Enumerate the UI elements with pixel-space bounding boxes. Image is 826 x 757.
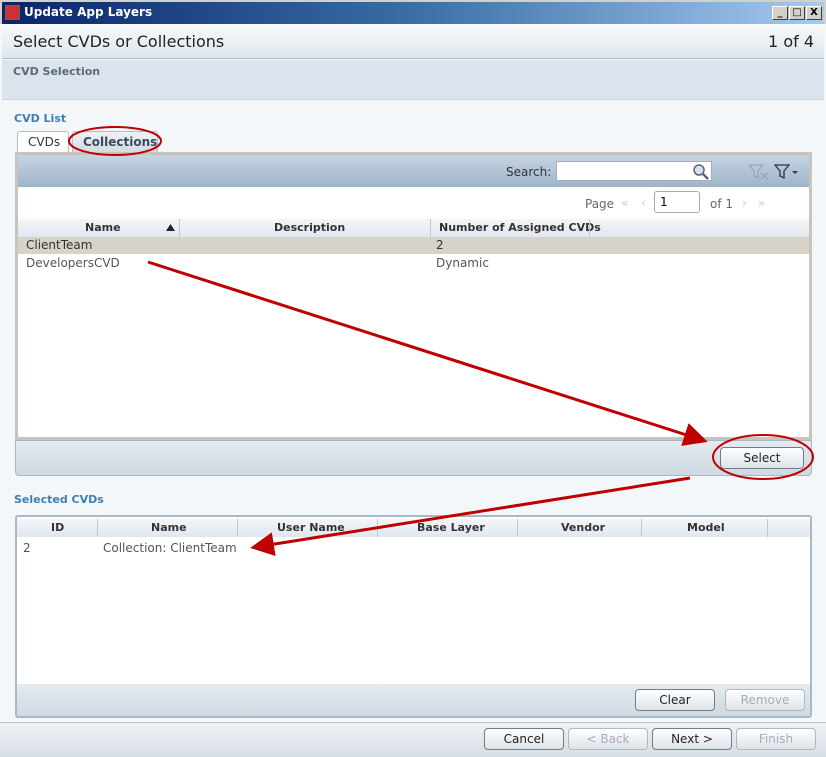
search-icon[interactable]: [692, 163, 710, 181]
grid-toolbar: Search:: [18, 155, 809, 187]
search-input[interactable]: [556, 161, 712, 181]
column-base-layer[interactable]: Base Layer: [417, 521, 485, 534]
section-title: CVD Selection: [13, 65, 101, 78]
tab-collections[interactable]: Collections: [72, 131, 158, 153]
table-row[interactable]: DevelopersCVD Dynamic: [18, 255, 809, 272]
table-row[interactable]: 2 Collection: ClientTeam: [17, 539, 808, 556]
sort-ascending-icon: [166, 224, 175, 231]
tab-cvds[interactable]: CVDs: [17, 131, 69, 153]
minimize-button[interactable]: _: [772, 6, 788, 20]
app-icon: [5, 5, 20, 20]
section-header: CVD Selection: [2, 60, 824, 100]
wizard-footer: Cancel < Back Next > Finish: [0, 722, 826, 757]
pager: Page « ‹ of 1 › »: [18, 187, 809, 219]
selected-cvds-grid: ID Name User Name Base Layer Vendor Mode…: [15, 515, 812, 718]
column-name[interactable]: Name: [85, 221, 121, 234]
cell-count: 2: [436, 238, 444, 252]
column-description[interactable]: Description: [274, 221, 345, 234]
last-page-button[interactable]: »: [758, 196, 765, 210]
cvd-list-label: CVD List: [14, 112, 67, 125]
select-bar: Select: [15, 440, 812, 476]
title-bar: Update App Layers _ □ X: [0, 0, 826, 24]
close-button[interactable]: X: [806, 6, 822, 20]
finish-button[interactable]: Finish: [736, 728, 816, 750]
search-label: Search:: [506, 165, 552, 179]
cell-count: Dynamic: [436, 256, 489, 270]
remove-button[interactable]: Remove: [725, 689, 805, 711]
page-count: of 1: [710, 197, 734, 211]
next-page-button[interactable]: ›: [742, 196, 747, 210]
column-vendor[interactable]: Vendor: [561, 521, 605, 534]
selected-column-header: ID Name User Name Base Layer Vendor Mode…: [17, 519, 810, 537]
selected-actions-bar: Clear Remove: [17, 684, 810, 716]
first-page-button[interactable]: «: [621, 196, 628, 210]
column-header: Name Description Number of Assigned CVDs: [18, 219, 809, 237]
clear-filter-icon[interactable]: [748, 164, 770, 180]
wizard-header: Select CVDs or Collections 1 of 4: [2, 24, 824, 59]
prev-page-button[interactable]: ‹: [641, 196, 646, 210]
cell-id: 2: [23, 541, 31, 555]
step-indicator: 1 of 4: [768, 32, 814, 51]
page-input[interactable]: [654, 191, 700, 213]
cell-name: ClientTeam: [26, 238, 93, 252]
page-title: Select CVDs or Collections: [13, 32, 225, 51]
column-model[interactable]: Model: [687, 521, 725, 534]
selected-cvds-label: Selected CVDs: [14, 493, 104, 506]
cell-name: DevelopersCVD: [26, 256, 120, 270]
column-name[interactable]: Name: [151, 521, 187, 534]
page-label: Page: [585, 197, 615, 211]
cell-name: Collection: ClientTeam: [103, 541, 237, 555]
filter-icon[interactable]: [774, 164, 800, 180]
maximize-button[interactable]: □: [789, 6, 805, 20]
cancel-button[interactable]: Cancel: [484, 728, 564, 750]
clear-button[interactable]: Clear: [635, 689, 715, 711]
window-title: Update App Layers: [24, 5, 153, 19]
cvd-grid: Search: Page « ‹ of 1 › » Name Descripti…: [15, 152, 812, 440]
column-user-name[interactable]: User Name: [277, 521, 345, 534]
back-button[interactable]: < Back: [568, 728, 648, 750]
table-row[interactable]: ClientTeam 2: [18, 237, 809, 254]
select-button[interactable]: Select: [720, 447, 804, 469]
column-assigned-count[interactable]: Number of Assigned CVDs: [439, 221, 601, 234]
next-button[interactable]: Next >: [652, 728, 732, 750]
column-id[interactable]: ID: [51, 521, 64, 534]
